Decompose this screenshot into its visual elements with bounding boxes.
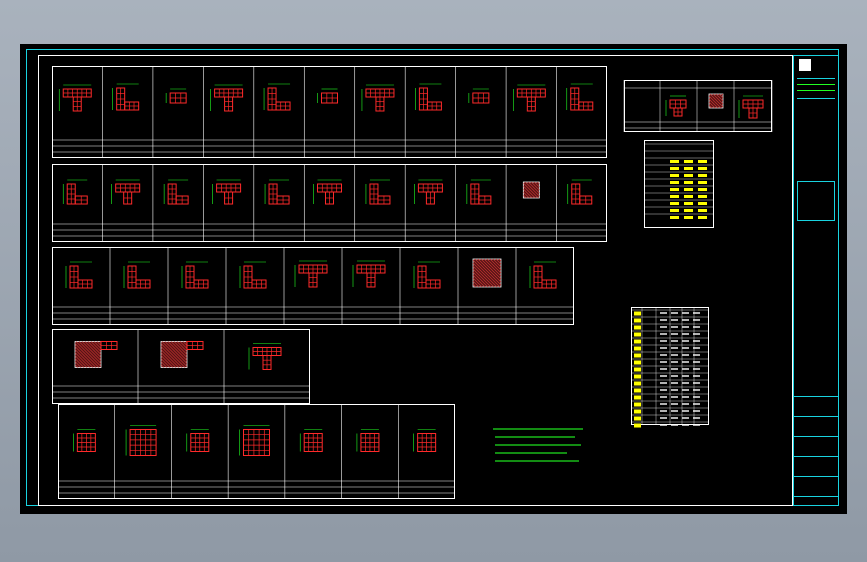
rebar-list-mark bbox=[634, 332, 641, 337]
schedule-cell bbox=[670, 188, 679, 191]
rebar-list-mark bbox=[634, 311, 641, 316]
schedule-cell bbox=[670, 181, 679, 184]
rebar-list-mark bbox=[634, 374, 641, 379]
hatched-section bbox=[160, 341, 188, 368]
rebar-list-mark bbox=[634, 402, 641, 407]
schedule-cell bbox=[684, 167, 693, 170]
rebar-list-mark bbox=[634, 423, 641, 428]
schedule-cell bbox=[684, 160, 693, 163]
rebar-list-mark bbox=[634, 346, 641, 351]
schedule-cell bbox=[684, 202, 693, 205]
schedule-cell bbox=[698, 160, 707, 163]
schedule-cell bbox=[684, 195, 693, 198]
schedule-cell bbox=[684, 181, 693, 184]
cad-viewport[interactable] bbox=[20, 44, 847, 514]
schedule-cell bbox=[670, 174, 679, 177]
schedule-cell bbox=[670, 216, 679, 219]
schedule-cell bbox=[670, 202, 679, 205]
schedule-cell bbox=[698, 181, 707, 184]
rebar-list-mark bbox=[634, 367, 641, 372]
schedule-cell bbox=[698, 188, 707, 191]
hatched-section bbox=[74, 341, 102, 368]
schedule-cell bbox=[684, 188, 693, 191]
rebar-list-mark bbox=[634, 416, 641, 421]
rebar-list-mark bbox=[634, 395, 641, 400]
schedule-cell bbox=[670, 209, 679, 212]
rebar-list-mark bbox=[634, 409, 641, 414]
rebar-section bbox=[243, 429, 270, 456]
schedule-cell bbox=[670, 167, 679, 170]
schedule-cell bbox=[698, 195, 707, 198]
schedule-cell bbox=[698, 216, 707, 219]
rebar-list-mark bbox=[634, 360, 641, 365]
rebar-list-mark bbox=[634, 339, 641, 344]
schedule-cell bbox=[698, 174, 707, 177]
schedule-cell bbox=[670, 195, 679, 198]
rebar-list-mark bbox=[634, 318, 641, 323]
rebar-list-mark bbox=[634, 388, 641, 393]
rebar-list-mark bbox=[634, 325, 641, 330]
schedule-cell bbox=[698, 167, 707, 170]
rebar-list-mark bbox=[634, 353, 641, 358]
rebar-list-mark bbox=[634, 381, 641, 386]
schedule-cell bbox=[698, 209, 707, 212]
schedule-cell bbox=[670, 160, 679, 163]
detail-drawings bbox=[52, 66, 773, 499]
schedule-cell bbox=[698, 202, 707, 205]
schedule-cell bbox=[684, 209, 693, 212]
rebar-section bbox=[129, 429, 157, 456]
schedule-cell bbox=[684, 216, 693, 219]
schedule-cell bbox=[684, 174, 693, 177]
